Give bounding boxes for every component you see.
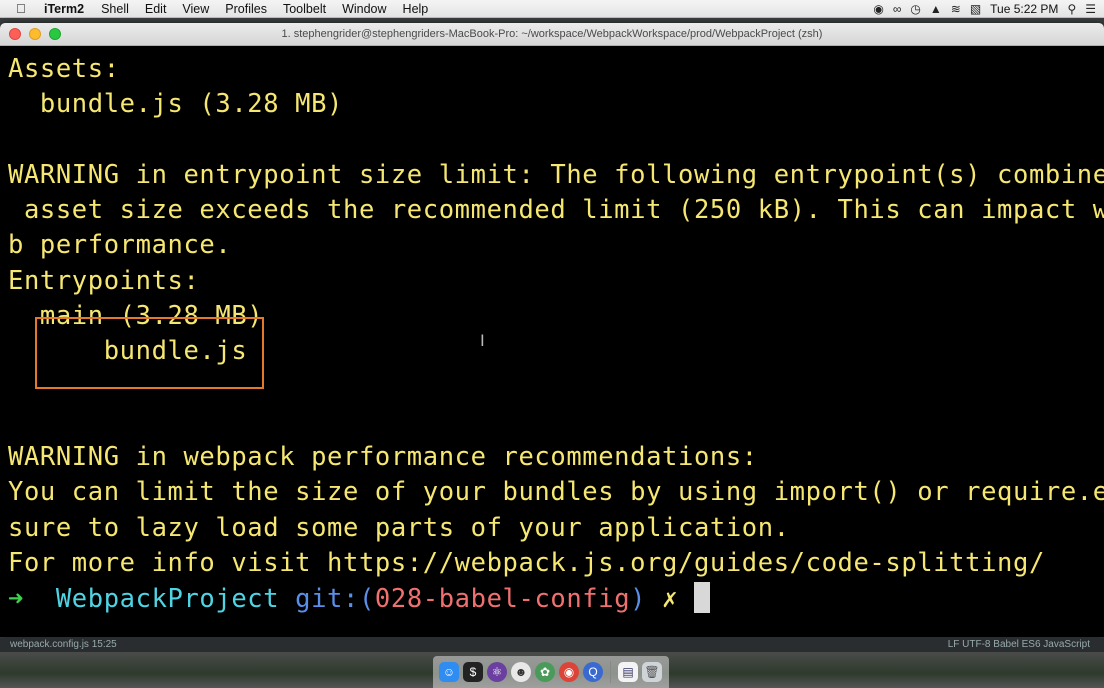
terminal-icon[interactable]: $ <box>463 662 483 682</box>
chrome-icon[interactable]: ◉ <box>559 662 579 682</box>
spotlight-search-icon[interactable]: ⚲ <box>1067 2 1076 16</box>
terminal-line: b performance. <box>8 230 232 260</box>
globe-icon[interactable]: ✿ <box>535 662 555 682</box>
terminal-output[interactable]: Assets: bundle.js (3.28 MB) WARNING in e… <box>0 46 1104 637</box>
quicktime-icon[interactable]: Q <box>583 662 603 682</box>
trash-icon[interactable]: 🗑 <box>642 662 662 682</box>
document-icon[interactable]: ▤ <box>618 662 638 682</box>
prompt-branch: 028-babel-config <box>374 584 631 614</box>
menu-app-name[interactable]: iTerm2 <box>44 2 84 16</box>
status-encoding[interactable]: LF UTF-8 Babel ES6 JavaScript <box>948 638 1090 652</box>
terminal-line: sure to lazy load some parts of your app… <box>8 513 790 543</box>
menu-view[interactable]: View <box>182 2 209 16</box>
menu-profiles[interactable]: Profiles <box>225 2 267 16</box>
menu-shell[interactable]: Shell <box>101 2 129 16</box>
dock: ☺ $ ⚛ ☻ ✿ ◉ Q ▤ 🗑 <box>433 656 669 688</box>
glasses-icon[interactable]: ∞ <box>893 2 902 16</box>
menu-edit[interactable]: Edit <box>145 2 167 16</box>
clock[interactable]: Tue 5:22 PM <box>990 2 1058 16</box>
mouse-ibeam-icon: I <box>480 331 486 350</box>
record-icon[interactable]: ◉ <box>873 2 883 16</box>
terminal-line: WARNING in webpack performance recommend… <box>8 442 758 472</box>
menu-window[interactable]: Window <box>342 2 386 16</box>
emoji-icon[interactable]: ☻ <box>511 662 531 682</box>
time-machine-icon[interactable]: ◷ <box>910 2 920 16</box>
wifi-icon[interactable]: ≋ <box>951 2 961 16</box>
status-menus: ◉ ∞ ◷ ▲ ≋ ▧ Tue 5:22 PM ⚲ ☰ <box>873 0 1096 18</box>
atom-icon[interactable]: ⚛ <box>487 662 507 682</box>
minimize-window-button[interactable] <box>29 28 41 40</box>
menu-help[interactable]: Help <box>403 2 429 16</box>
drive-icon[interactable]: ▲ <box>930 2 942 16</box>
text-cursor <box>693 582 710 613</box>
traffic-lights <box>9 28 61 40</box>
terminal-line: For more info visit https://webpack.js.o… <box>8 548 1045 578</box>
zoom-window-button[interactable] <box>49 28 61 40</box>
terminal-line: Entrypoints: <box>8 266 200 296</box>
status-file[interactable]: webpack.config.js 15:25 <box>10 638 117 652</box>
shell-prompt: ➜ WebpackProject git:(028-babel-config) … <box>8 582 710 617</box>
terminal-line: Assets: <box>8 54 120 84</box>
prompt-git-label: git:( <box>295 584 375 614</box>
prompt-git-close: ) <box>630 584 647 614</box>
notification-center-icon[interactable]: ☰ <box>1085 2 1096 16</box>
finder-icon[interactable]: ☺ <box>439 662 459 682</box>
prompt-directory: WebpackProject <box>55 584 280 614</box>
entrypoint-highlight-box <box>35 317 264 389</box>
menu-bar:  iTerm2 Shell Edit View Profiles Toolbe… <box>0 0 1104 18</box>
prompt-dirty-marker: ✗ <box>662 584 679 614</box>
editor-status-bar: webpack.config.js 15:25 LF UTF-8 Babel E… <box>0 638 1104 652</box>
terminal-line: You can limit the size of your bundles b… <box>8 477 1104 507</box>
prompt-arrow-icon: ➜ <box>8 584 24 614</box>
terminal-line: bundle.js (3.28 MB) <box>8 89 343 119</box>
iterm-window: 1. stephengrider@stephengriders-MacBook-… <box>0 23 1104 637</box>
window-titlebar[interactable]: 1. stephengrider@stephengriders-MacBook-… <box>0 23 1104 46</box>
window-title: 1. stephengrider@stephengriders-MacBook-… <box>281 28 823 40</box>
close-window-button[interactable] <box>9 28 21 40</box>
dock-separator <box>610 661 611 683</box>
terminal-line: WARNING in entrypoint size limit: The fo… <box>8 160 1104 190</box>
apple-menu-icon[interactable]:  <box>16 1 30 16</box>
battery-icon[interactable]: ▧ <box>970 2 981 16</box>
menu-toolbelt[interactable]: Toolbelt <box>283 2 326 16</box>
terminal-line: asset size exceeds the recommended limit… <box>8 195 1104 225</box>
